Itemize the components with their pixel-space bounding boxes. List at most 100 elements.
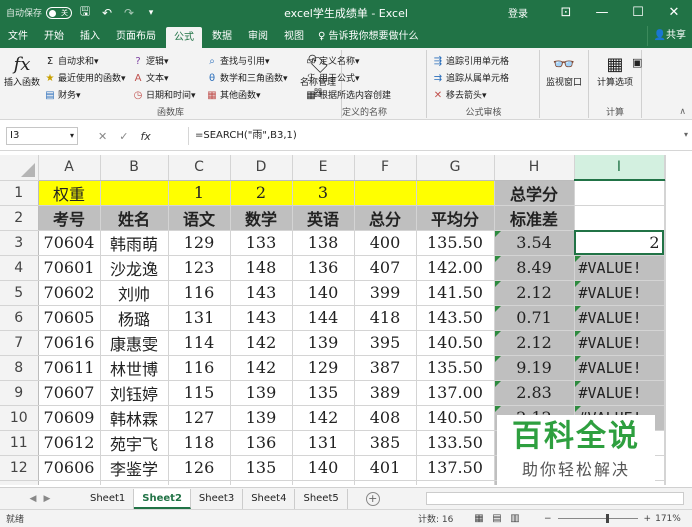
cell-a[interactable]: 70605: [38, 305, 101, 331]
cell-c[interactable]: 131: [168, 305, 231, 331]
cell-h[interactable]: 2.83: [494, 380, 575, 406]
calc-now-icon[interactable]: ▣: [632, 56, 642, 69]
cell-c[interactable]: 114: [168, 330, 231, 356]
cell-c[interactable]: 116: [168, 355, 231, 381]
cell-b1[interactable]: [100, 180, 169, 206]
cell-a[interactable]: 70609: [38, 405, 101, 431]
tab-home[interactable]: 开始: [36, 25, 72, 48]
zoom-in-icon[interactable]: +: [644, 514, 652, 524]
row-header[interactable]: 2: [0, 205, 39, 231]
cell-e[interactable]: 140: [292, 280, 355, 306]
row-header[interactable]: 6: [0, 305, 39, 331]
row-header[interactable]: 10: [0, 405, 39, 431]
insert-function-icon[interactable]: fx: [140, 130, 150, 143]
cell-c[interactable]: 126: [168, 455, 231, 481]
cell-a[interactable]: 70603: [38, 480, 101, 485]
column-header-d[interactable]: D: [230, 155, 293, 181]
horizontal-scrollbar[interactable]: [426, 492, 684, 505]
row-header[interactable]: 7: [0, 330, 39, 356]
cell-b[interactable]: 林世博: [100, 355, 169, 381]
cell-c[interactable]: 127: [168, 405, 231, 431]
cell-d[interactable]: 148: [230, 255, 293, 281]
cell-g[interactable]: 140.50: [416, 330, 495, 356]
cell-f[interactable]: 401: [354, 455, 417, 481]
trace-dependents-button[interactable]: ⇉ 追踪从属单元格: [432, 71, 509, 87]
sheet-tab[interactable]: Sheet5: [295, 488, 348, 509]
cell-a[interactable]: 70607: [38, 380, 101, 406]
cell-d[interactable]: 135: [230, 455, 293, 481]
normal-view-icon[interactable]: ▦: [470, 513, 488, 524]
cell-d[interactable]: 136: [230, 430, 293, 456]
cell-h1[interactable]: 总学分: [494, 180, 575, 206]
page-layout-view-icon[interactable]: ▤: [488, 513, 506, 524]
cell-d1[interactable]: 2: [230, 180, 293, 206]
cell-b[interactable]: 杨璐: [100, 305, 169, 331]
cell-a2[interactable]: 考号: [38, 205, 101, 231]
cell-b[interactable]: 沙龙逸: [100, 255, 169, 281]
cell-g[interactable]: 133.50: [416, 430, 495, 456]
redo-icon[interactable]: ↷: [120, 3, 138, 23]
cell-f2[interactable]: 总分: [354, 205, 417, 231]
cell-e2[interactable]: 英语: [292, 205, 355, 231]
zoom-slider[interactable]: [557, 514, 638, 523]
row-header[interactable]: 8: [0, 355, 39, 381]
cell-i[interactable]: #VALUE!: [574, 330, 665, 356]
cell-c2[interactable]: 语文: [168, 205, 231, 231]
lookup-button[interactable]: ⌕ 查找与引用 ▾: [206, 54, 269, 70]
cell-c[interactable]: 118: [168, 430, 231, 456]
tab-review[interactable]: 审阅: [240, 25, 276, 48]
column-header-a[interactable]: A: [38, 155, 101, 181]
column-header-f[interactable]: F: [354, 155, 417, 181]
share-button[interactable]: 👤共享: [646, 26, 692, 46]
column-header-g[interactable]: G: [416, 155, 495, 181]
cell-e1[interactable]: 3: [292, 180, 355, 206]
row-header[interactable]: 3: [0, 230, 39, 256]
tab-data[interactable]: 数据: [204, 25, 240, 48]
cell-c1[interactable]: 1: [168, 180, 231, 206]
cell-h[interactable]: 3.54: [494, 230, 575, 256]
cell-e[interactable]: 135: [292, 380, 355, 406]
row-header[interactable]: 13: [0, 480, 39, 485]
cell-g[interactable]: 141.50: [416, 280, 495, 306]
cell-e[interactable]: 142: [292, 405, 355, 431]
tab-page-layout[interactable]: 页面布局: [108, 25, 164, 48]
zoom-out-icon[interactable]: −: [544, 514, 552, 524]
column-header-c[interactable]: C: [168, 155, 231, 181]
cell-c[interactable]: 123: [168, 255, 231, 281]
save-icon[interactable]: 🖫: [76, 3, 94, 23]
remove-arrows-button[interactable]: ✕ 移去箭头 ▾: [432, 88, 487, 104]
cell-c[interactable]: 131: [168, 480, 231, 485]
cell-b[interactable]: 刘帅: [100, 280, 169, 306]
column-header-h[interactable]: H: [494, 155, 575, 181]
minimize-icon[interactable]: —: [584, 0, 620, 25]
cell-f[interactable]: 408: [354, 405, 417, 431]
tab-file[interactable]: 文件: [0, 25, 36, 48]
expand-formula-bar-icon[interactable]: ▾: [684, 130, 688, 139]
trace-precedents-button[interactable]: ⇶ 追踪引用单元格: [432, 54, 509, 70]
row-header[interactable]: 11: [0, 430, 39, 456]
cell-g[interactable]: 137.50: [416, 455, 495, 481]
add-sheet-icon[interactable]: +: [365, 491, 380, 506]
cell-a[interactable]: 70602: [38, 280, 101, 306]
financial-button[interactable]: ▤ 财务 ▾: [44, 88, 80, 104]
column-header-b[interactable]: B: [100, 155, 169, 181]
cell-a[interactable]: 70606: [38, 455, 101, 481]
insert-function-button[interactable]: fx 插入函数: [2, 54, 42, 89]
row-header[interactable]: 4: [0, 255, 39, 281]
cell-d[interactable]: 133: [230, 230, 293, 256]
cell-e[interactable]: 139: [292, 330, 355, 356]
name-manager-button[interactable]: 🏷 名称管理器: [300, 54, 336, 100]
cell-a[interactable]: 70604: [38, 230, 101, 256]
row-header[interactable]: 9: [0, 380, 39, 406]
cell-i[interactable]: #VALUE!: [574, 305, 665, 331]
page-break-view-icon[interactable]: ▥: [506, 513, 524, 524]
cell-i[interactable]: #VALUE!: [574, 255, 665, 281]
cell-e[interactable]: 131: [292, 430, 355, 456]
cell-h[interactable]: 2.12: [494, 280, 575, 306]
cell-h[interactable]: 0.71: [494, 305, 575, 331]
watch-window-button[interactable]: 👓 监视窗口: [544, 54, 584, 89]
tab-formulas[interactable]: 公式: [166, 27, 202, 48]
cell-c[interactable]: 115: [168, 380, 231, 406]
cell-g[interactable]: 142.00: [416, 255, 495, 281]
formula-input[interactable]: =SEARCH("雨",B3,1): [188, 127, 682, 145]
